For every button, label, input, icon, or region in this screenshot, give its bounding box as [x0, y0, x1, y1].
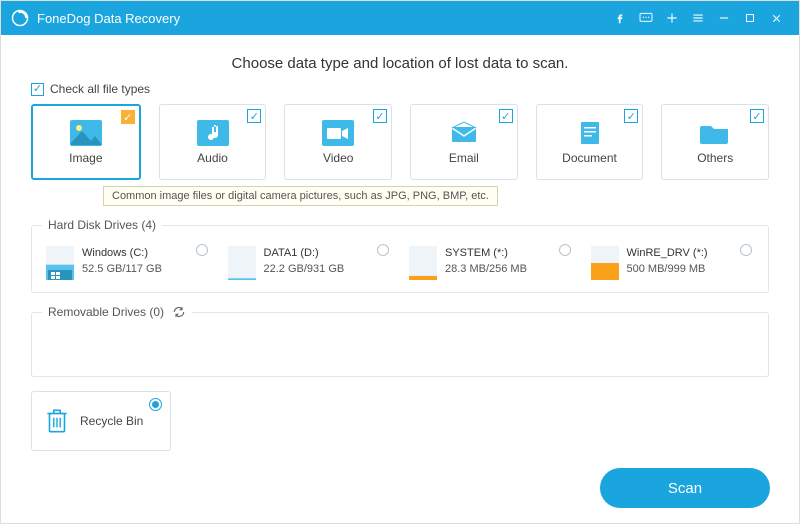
type-check-icon — [750, 109, 764, 123]
maximize-icon[interactable] — [737, 5, 763, 31]
menu-icon[interactable] — [685, 5, 711, 31]
drive-icon — [46, 246, 74, 280]
drive-name: SYSTEM (*:) — [445, 246, 527, 262]
image-icon — [69, 119, 103, 147]
folder-icon — [698, 119, 732, 147]
drive-item[interactable]: WinRE_DRV (*:) 500 MB/999 MB — [587, 244, 759, 282]
app-title: FoneDog Data Recovery — [37, 11, 180, 26]
drive-icon — [228, 246, 256, 280]
drive-item[interactable]: SYSTEM (*:) 28.3 MB/256 MB — [405, 244, 577, 282]
drive-icon — [591, 246, 619, 280]
scan-label: Scan — [668, 480, 702, 497]
app-logo-icon — [11, 9, 29, 27]
type-card-video[interactable]: Video — [284, 104, 392, 180]
video-icon — [321, 119, 355, 147]
type-check-icon — [499, 109, 513, 123]
recycle-bin-card[interactable]: Recycle Bin — [31, 391, 171, 451]
type-check-icon — [121, 110, 135, 124]
trash-icon — [44, 406, 70, 436]
hard-disk-drives-section: Hard Disk Drives (4) Windows (C:) 52.5 G… — [31, 218, 769, 293]
drive-stat: 28.3 MB/256 MB — [445, 262, 527, 278]
type-label: Others — [697, 151, 733, 165]
type-tooltip: Common image files or digital camera pic… — [103, 186, 498, 206]
close-icon[interactable] — [763, 5, 789, 31]
drive-stat: 500 MB/999 MB — [627, 262, 708, 278]
type-card-image[interactable]: Image — [31, 104, 141, 180]
type-check-icon — [624, 109, 638, 123]
removable-legend: Removable Drives (0) — [42, 305, 192, 319]
audio-icon — [196, 119, 230, 147]
document-icon — [573, 119, 607, 147]
check-all-file-types[interactable]: Check all file types — [31, 82, 769, 96]
minimize-icon[interactable] — [711, 5, 737, 31]
recycle-label: Recycle Bin — [80, 414, 143, 428]
titlebar: FoneDog Data Recovery — [1, 1, 799, 35]
removable-drives-section: Removable Drives (0) — [31, 305, 769, 377]
refresh-icon[interactable] — [172, 305, 186, 319]
radio-selected-icon — [149, 398, 162, 411]
radio-icon — [196, 244, 208, 256]
drive-item[interactable]: Windows (C:) 52.5 GB/117 GB — [42, 244, 214, 282]
type-label: Email — [449, 151, 479, 165]
checkbox-icon — [31, 83, 44, 96]
check-all-label: Check all file types — [50, 82, 150, 96]
page-heading: Choose data type and location of lost da… — [31, 55, 769, 72]
drive-stat: 22.2 GB/931 GB — [264, 262, 345, 278]
drive-info: SYSTEM (*:) 28.3 MB/256 MB — [445, 246, 527, 280]
type-label: Video — [323, 151, 353, 165]
drive-icon — [409, 246, 437, 280]
drive-name: Windows (C:) — [82, 246, 162, 262]
radio-icon — [377, 244, 389, 256]
drive-name: DATA1 (D:) — [264, 246, 345, 262]
drive-item[interactable]: DATA1 (D:) 22.2 GB/931 GB — [224, 244, 396, 282]
type-label: Image — [69, 151, 102, 165]
radio-icon — [559, 244, 571, 256]
drive-stat: 52.5 GB/117 GB — [82, 262, 162, 278]
drive-info: DATA1 (D:) 22.2 GB/931 GB — [264, 246, 345, 280]
email-icon — [447, 119, 481, 147]
add-icon[interactable] — [659, 5, 685, 31]
type-check-icon — [373, 109, 387, 123]
file-type-row: Image Audio Video Email Document Others — [31, 104, 769, 180]
type-card-audio[interactable]: Audio — [159, 104, 267, 180]
feedback-icon[interactable] — [633, 5, 659, 31]
type-label: Document — [562, 151, 617, 165]
hdd-legend: Hard Disk Drives (4) — [42, 218, 162, 232]
removable-label: Removable Drives (0) — [48, 305, 164, 319]
facebook-icon[interactable] — [607, 5, 633, 31]
radio-icon — [740, 244, 752, 256]
type-label: Audio — [197, 151, 228, 165]
scan-button[interactable]: Scan — [600, 468, 770, 508]
drive-info: Windows (C:) 52.5 GB/117 GB — [82, 246, 162, 280]
drive-info: WinRE_DRV (*:) 500 MB/999 MB — [627, 246, 708, 280]
type-card-document[interactable]: Document — [536, 104, 644, 180]
type-check-icon — [247, 109, 261, 123]
type-card-email[interactable]: Email — [410, 104, 518, 180]
drive-name: WinRE_DRV (*:) — [627, 246, 708, 262]
type-card-others[interactable]: Others — [661, 104, 769, 180]
